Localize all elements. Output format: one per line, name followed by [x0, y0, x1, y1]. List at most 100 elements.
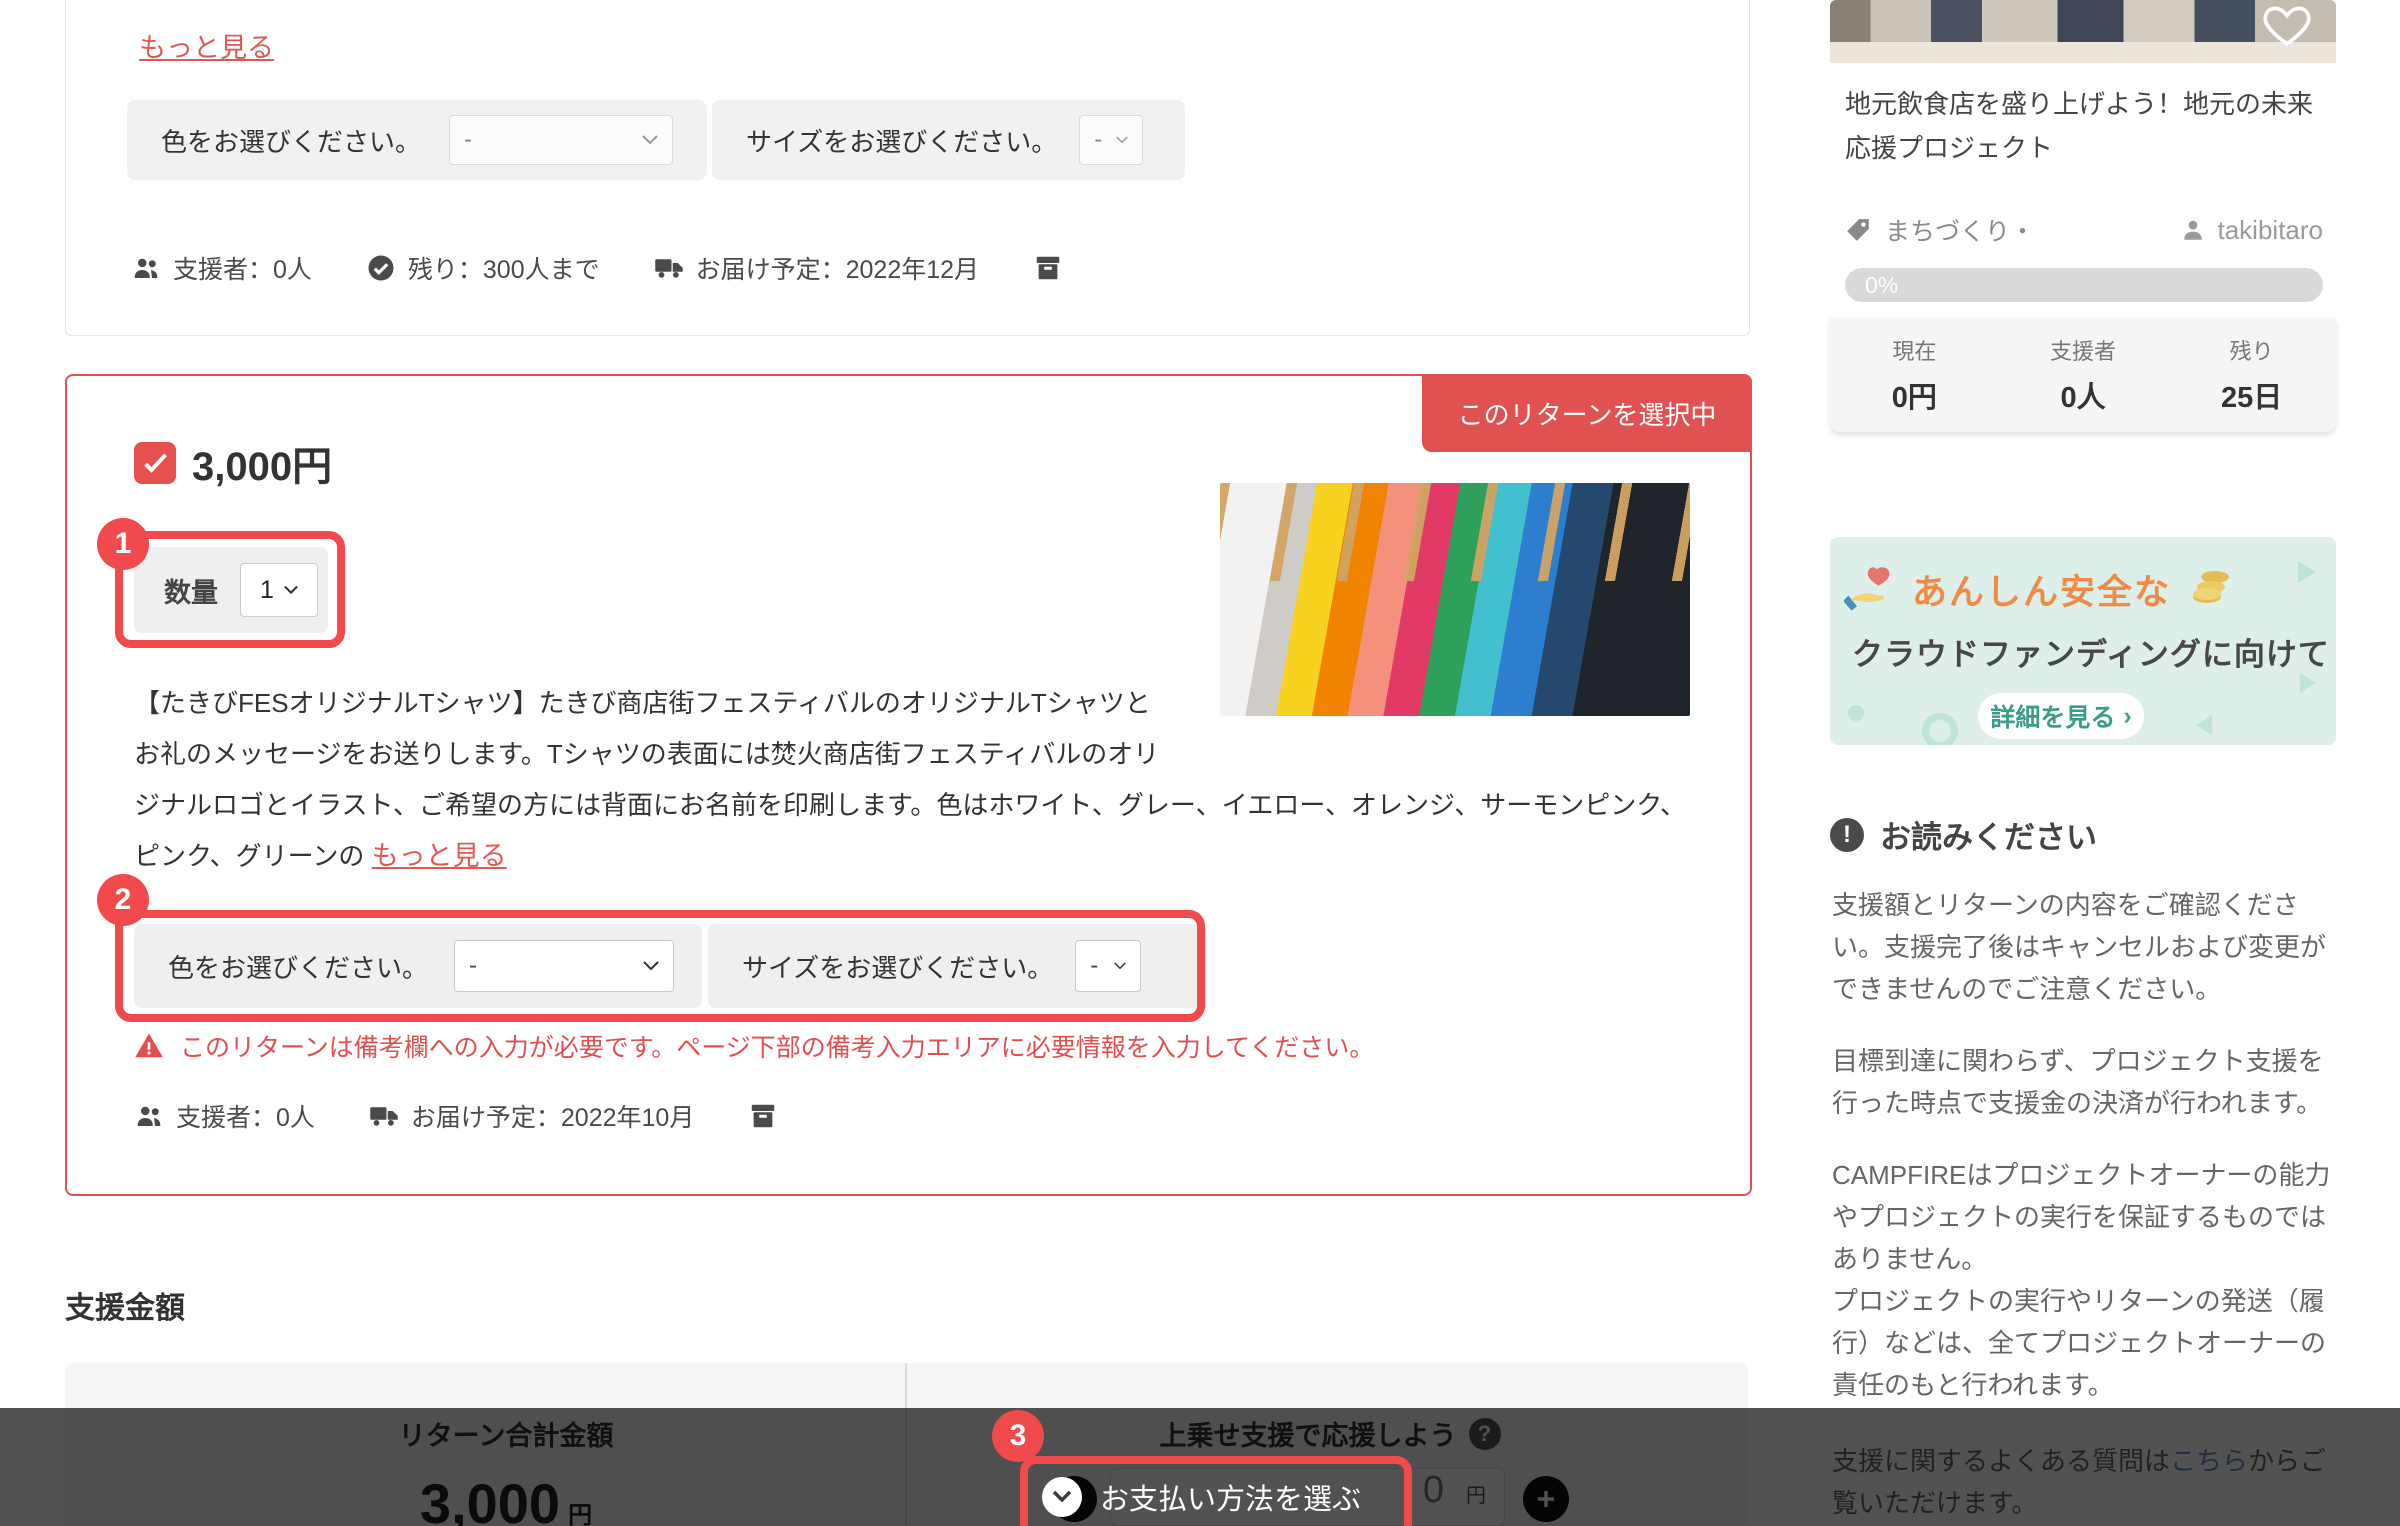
- readme-paragraph: CAMPFIREはプロジェクトオーナーの能力やプロジェクトの実行を保証するもので…: [1832, 1154, 2332, 1406]
- return-description: 【たきびFESオリジナルTシャツ】たきび商店街フェスティバルのオリジナルTシャツ…: [134, 678, 1690, 882]
- choose-payment-label: お支払い方法を選ぶ: [1100, 1476, 1361, 1518]
- chevron-down-icon: [642, 135, 658, 145]
- exclamation-circle-icon: !: [1830, 818, 1864, 852]
- decor-triangle: [2298, 561, 2316, 583]
- project-category: まちづくり・: [1885, 212, 2035, 248]
- remaining-icon: [366, 253, 396, 283]
- color-option-box: 色をお選びください。 -: [134, 924, 702, 1008]
- return-stats: 支援者：0人 残り：300人まで お届け予定：2022年12月: [131, 250, 1063, 286]
- stat-label: 残り: [2167, 334, 2336, 366]
- truck-icon: [654, 253, 684, 283]
- chevron-right-icon: ›: [2123, 702, 2131, 731]
- project-owner: takibitaro: [2218, 215, 2324, 246]
- quantity-value: 1: [260, 576, 274, 605]
- annotation-3-badge: 3: [992, 1410, 1044, 1462]
- banner-line2: クラウドファンディングに向けて: [1852, 629, 2330, 674]
- readme-paragraph-text: CAMPFIREはプロジェクトオーナーの能力やプロジェクトの実行を保証するもので…: [1832, 1160, 2330, 1274]
- stat-value: 0円: [1830, 374, 1999, 416]
- wishlist-heart-icon[interactable]: [2262, 0, 2312, 50]
- delivery-date: お届け予定：2022年10月: [411, 1098, 694, 1134]
- decor-triangle: [2196, 715, 2212, 735]
- chevron-down-icon: [284, 585, 298, 595]
- chevron-down-icon: [1114, 961, 1126, 971]
- color-select-value: -: [469, 952, 477, 980]
- project-title-link[interactable]: 地元飲食店を盛り上げよう！地元の未来応援プロジェクト: [1845, 82, 2323, 170]
- backers-count: 支援者：0人: [173, 250, 312, 286]
- person-icon: [2180, 217, 2206, 243]
- color-select[interactable]: -: [454, 940, 674, 992]
- readme-heading-row: ! お読みください: [1830, 812, 2097, 857]
- tag-icon: [1845, 217, 1871, 243]
- archive-box-icon: [748, 1101, 778, 1131]
- size-select[interactable]: -: [1079, 115, 1143, 165]
- color-label: 色をお選びください。: [161, 122, 421, 159]
- project-progress-bar: 0%: [1845, 268, 2323, 302]
- truck-icon: [369, 1101, 399, 1131]
- return-stats: 支援者：0人 お届け予定：2022年10月: [134, 1098, 778, 1134]
- size-select[interactable]: -: [1075, 940, 1141, 992]
- backers-icon: [134, 1101, 164, 1131]
- size-label: サイズをお選びください。: [742, 948, 1053, 985]
- return-card-previous: もっと見る 色をお選びください。 - サイズをお選びください。 - 支援者：0人…: [65, 0, 1750, 336]
- backers-icon: [131, 253, 161, 283]
- choose-payment-button[interactable]: お支払い方法を選ぶ: [1042, 1476, 1361, 1518]
- readme-paragraph: 目標到達に関わらず、プロジェクト支援を行った時点で支援金の決済が行われます。: [1832, 1040, 2332, 1124]
- banner-line1: あんしん安全な: [1912, 564, 2171, 615]
- delivery-date: お届け予定：2022年12月: [696, 250, 979, 286]
- quantity-label: 数量: [164, 571, 218, 610]
- support-page: もっと見る 色をお選びください。 - サイズをお選びください。 - 支援者：0人…: [0, 0, 2400, 1526]
- warning-text: このリターンは備考欄への入力が必要です。ページ下部の備考入力エリアに必要情報を入…: [180, 1028, 1374, 1064]
- selected-badge: このリターンを選択中: [1422, 374, 1752, 452]
- return-price: 3,000円: [192, 434, 332, 492]
- project-progress-value: 0%: [1865, 272, 1898, 299]
- stat-value: 25日: [2167, 374, 2336, 416]
- hand-heart-icon: [1844, 563, 1896, 615]
- chevron-down-icon: [1116, 135, 1128, 145]
- warning-icon: [134, 1031, 164, 1061]
- project-meta-row: まちづくり・ takibitaro: [1845, 212, 2323, 248]
- color-label: 色をお選びください。: [168, 948, 428, 985]
- banner-details-label: 詳細を見る: [1990, 698, 2115, 734]
- checked-checkbox-icon[interactable]: [134, 442, 176, 484]
- size-option-box: サイズをお選びください。 -: [712, 100, 1185, 180]
- project-owner-link[interactable]: takibitaro: [2180, 215, 2324, 246]
- stat-current: 現在 0円: [1830, 334, 1999, 416]
- project-stats-panel: 現在 0円 支援者 0人 残り 25日: [1830, 318, 2336, 432]
- readme-paragraph-text: プロジェクトの実行やリターンの発送（履行）などは、全てプロジェクトオーナーの責任…: [1832, 1286, 2326, 1400]
- readme-heading: お読みください: [1880, 812, 2097, 857]
- annotation-1-badge: 1: [97, 518, 149, 570]
- coins-icon: [2187, 567, 2235, 611]
- project-category-link[interactable]: まちづくり・: [1845, 212, 2035, 248]
- decor-triangle: [2300, 673, 2316, 693]
- decor-ring: [1922, 713, 1958, 745]
- banner-details-button[interactable]: 詳細を見る ›: [1978, 693, 2144, 739]
- size-label: サイズをお選びください。: [746, 122, 1057, 159]
- stat-value: 0人: [1999, 374, 2168, 416]
- annotation-2-badge: 2: [97, 874, 149, 926]
- color-select[interactable]: -: [449, 115, 673, 165]
- quantity-box: 数量 1: [134, 547, 328, 633]
- project-thumbnail-image[interactable]: [1830, 0, 2336, 63]
- banner-headline: あんしん安全な: [1844, 563, 2235, 615]
- backers-count: 支援者：0人: [176, 1098, 315, 1134]
- more-link[interactable]: もっと見る: [139, 26, 274, 65]
- size-option-box: サイズをお選びください。 -: [708, 924, 1202, 1008]
- color-option-box: 色をお選びください。 -: [127, 100, 707, 180]
- stat-label: 支援者: [1999, 334, 2168, 366]
- decor-dot: [1848, 705, 1864, 721]
- stat-label: 現在: [1830, 334, 1999, 366]
- stat-days-left: 残り 25日: [2167, 334, 2336, 416]
- description-more-link[interactable]: もっと見る: [372, 841, 507, 871]
- size-select-value: -: [1094, 126, 1102, 154]
- readme-paragraph: 支援額とリターンの内容をご確認ください。支援完了後はキャンセルおよび変更ができま…: [1832, 884, 2332, 1010]
- safety-banner[interactable]: あんしん安全な クラウドファンディングに向けて 詳細を見る ›: [1830, 537, 2336, 745]
- stat-backers: 支援者 0人: [1999, 334, 2168, 416]
- price-row: 3,000円: [134, 434, 332, 492]
- return-card-selected: このリターンを選択中 3,000円 1 数量 1 【たきびFESオリジナルTシャ…: [65, 374, 1752, 1196]
- image-wrap-spacer: [1174, 678, 1690, 758]
- quantity-select[interactable]: 1: [240, 563, 318, 617]
- size-select-value: -: [1090, 952, 1098, 980]
- archive-box-icon: [1033, 253, 1063, 283]
- color-select-value: -: [464, 126, 472, 154]
- remarks-warning: このリターンは備考欄への入力が必要です。ページ下部の備考入力エリアに必要情報を入…: [134, 1028, 1374, 1064]
